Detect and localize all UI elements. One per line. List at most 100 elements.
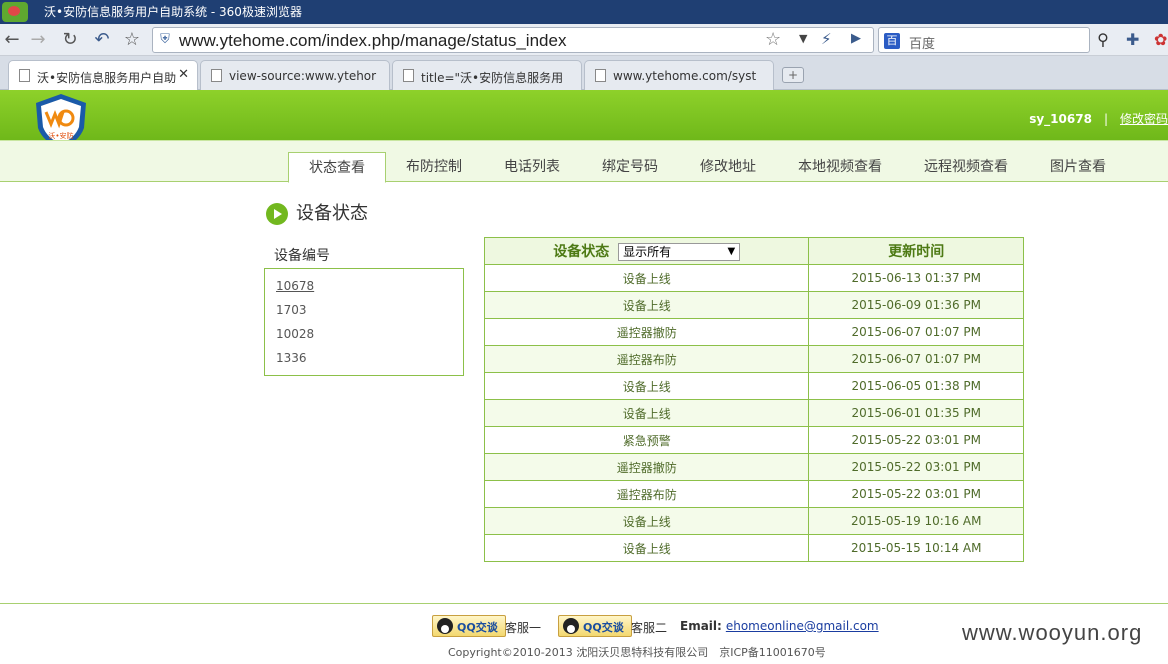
qq-button-label: QQ交谈 — [457, 621, 498, 634]
search-icon[interactable]: ⚲ — [1090, 27, 1116, 53]
site-header: 沃•安防 sy_10678 | 修改密码 — [0, 90, 1168, 149]
status-cell: 遥控器布防 — [483, 345, 810, 373]
browser-tab[interactable]: view-source:www.ytehor — [200, 60, 390, 90]
favorites-star-icon[interactable]: ☆ — [120, 28, 144, 52]
tab-edit-address[interactable]: 修改地址 — [684, 152, 772, 183]
time-cell: 2015-05-15 10:14 AM — [808, 534, 1024, 562]
new-tab-button[interactable]: + — [782, 67, 804, 83]
status-cell: 设备上线 — [483, 507, 810, 535]
separator: | — [1103, 112, 1108, 126]
speed-mode-icon[interactable]: ⚡ — [821, 30, 832, 48]
search-engine-icon[interactable]: 百 — [884, 33, 900, 49]
device-item[interactable]: 1336 — [276, 351, 307, 365]
status-cell: 遥控器布防 — [483, 480, 810, 508]
tab-label: view-source:www.ytehor — [229, 69, 377, 83]
browser-toolbar: ← → ↻ ↶ ☆ ⛨ www.ytehome.com/index.php/ma… — [0, 24, 1168, 56]
main-nav: 状态查看 布防控制 电话列表 绑定号码 修改地址 本地视频查看 远程视频查看 图… — [0, 140, 1168, 183]
status-cell: 遥控器撤防 — [483, 318, 810, 346]
time-cell: 2015-06-01 01:35 PM — [808, 399, 1024, 427]
tab-phone-list[interactable]: 电话列表 — [488, 152, 576, 183]
user-menu-icon[interactable]: ✿ — [1154, 30, 1167, 49]
security-shield-icon: ⛨ — [160, 32, 170, 47]
table-row: 设备上线 2015-06-09 01:36 PM — [483, 291, 1024, 319]
page-icon — [595, 69, 606, 82]
device-item[interactable]: 10678 — [276, 279, 314, 293]
window-titlebar: 沃•安防信息服务用户自助系统 - 360极速浏览器 — [0, 0, 1168, 24]
table-row: 遥控器撤防 2015-05-22 03:01 PM — [483, 453, 1024, 481]
browser-app-icon — [2, 2, 28, 22]
device-item[interactable]: 1703 — [276, 303, 307, 317]
status-cell: 紧急预警 — [483, 426, 810, 454]
search-box[interactable]: 百 百度 — [878, 27, 1090, 53]
tab-label: 沃•安防信息服务用户自助 — [37, 71, 177, 85]
page-icon — [211, 69, 222, 82]
logo-text: 沃•安防 — [48, 131, 73, 140]
change-password-link[interactable]: 修改密码 — [1120, 112, 1168, 126]
table-row: 设备上线 2015-06-13 01:37 PM — [483, 264, 1024, 292]
status-filter-select[interactable]: 显示所有 ▼ — [618, 243, 741, 261]
footer-email: Email: ehomeonline@gmail.com — [680, 619, 879, 633]
watermark: www.wooyun.org — [962, 620, 1143, 645]
time-column-header: 更新时间 — [808, 237, 1024, 265]
search-placeholder[interactable]: 百度 — [909, 33, 935, 52]
reload-icon[interactable]: ↻ — [58, 28, 82, 52]
status-cell: 遥控器撤防 — [483, 453, 810, 481]
time-cell: 2015-06-07 01:07 PM — [808, 318, 1024, 346]
status-header-label: 设备状态 — [553, 244, 610, 260]
device-item[interactable]: 10028 — [276, 327, 314, 341]
table-row: 设备上线 2015-06-05 01:38 PM — [483, 372, 1024, 400]
qq-button-label: QQ交谈 — [583, 621, 624, 634]
status-table: 设备状态 显示所有 ▼ 更新时间 设备上线 2015-06-13 01:37 PM … — [483, 237, 1024, 562]
play-circle-icon — [266, 203, 288, 225]
browser-tab-active[interactable]: 沃•安防信息服务用户自助 ✕ — [8, 60, 198, 91]
back-icon[interactable]: ← — [0, 28, 24, 52]
qq-chat-button-2[interactable]: QQ交谈 — [558, 615, 632, 637]
qq-penguin-icon — [437, 618, 453, 634]
table-row: 遥控器撤防 2015-06-07 01:07 PM — [483, 318, 1024, 346]
address-dropdown-icon[interactable]: ▼ — [799, 32, 807, 45]
bookmark-star-icon[interactable]: ☆ — [765, 30, 781, 50]
time-cell: 2015-06-13 01:37 PM — [808, 264, 1024, 292]
time-cell: 2015-05-19 10:16 AM — [808, 507, 1024, 535]
time-cell: 2015-06-07 01:07 PM — [808, 345, 1024, 373]
status-column-header: 设备状态 显示所有 ▼ — [483, 237, 810, 265]
address-url[interactable]: www.ytehome.com/index.php/manage/status_… — [179, 31, 566, 51]
status-cell: 设备上线 — [483, 534, 810, 562]
time-cell: 2015-05-22 03:01 PM — [808, 426, 1024, 454]
tab-bind-number[interactable]: 绑定号码 — [586, 152, 674, 183]
tab-strip: 沃•安防信息服务用户自助 ✕ view-source:www.ytehor ti… — [0, 56, 1168, 91]
qq-penguin-icon — [563, 618, 579, 634]
chevron-down-icon: ▼ — [727, 246, 736, 257]
time-cell: 2015-06-09 01:36 PM — [808, 291, 1024, 319]
qq-chat-button-1[interactable]: QQ交谈 — [432, 615, 506, 637]
go-icon[interactable]: ▶ — [851, 31, 861, 46]
filter-value: 显示所有 — [623, 245, 672, 259]
browser-tab[interactable]: title="沃•安防信息服务用 — [392, 60, 582, 90]
status-cell: 设备上线 — [483, 291, 810, 319]
undo-close-icon[interactable]: ↶ — [90, 28, 114, 52]
table-row: 设备上线 2015-05-19 10:16 AM — [483, 507, 1024, 535]
page-title: 设备状态 — [296, 203, 368, 224]
close-icon[interactable]: ✕ — [178, 67, 189, 82]
tab-picture-view[interactable]: 图片查看 — [1038, 152, 1118, 183]
service-label-1: 客服一 — [505, 621, 542, 635]
copyright-text: Copyright©2010-2013 沈阳沃贝思特科技有限公司 京ICP备11… — [448, 646, 826, 659]
table-row: 遥控器布防 2015-05-22 03:01 PM — [483, 480, 1024, 508]
browser-tab[interactable]: www.ytehome.com/syst — [584, 60, 774, 90]
tab-remote-video[interactable]: 远程视频查看 — [916, 152, 1016, 183]
extensions-icon[interactable]: ✚ — [1126, 30, 1139, 49]
table-row: 设备上线 2015-05-15 10:14 AM — [483, 534, 1024, 562]
tab-arm-control[interactable]: 布防控制 — [390, 152, 478, 183]
device-list-label: 设备编号 — [274, 248, 330, 264]
forward-icon[interactable]: → — [26, 28, 50, 52]
service-label-2: 客服二 — [631, 621, 668, 635]
time-cell: 2015-06-05 01:38 PM — [808, 372, 1024, 400]
page-icon — [19, 69, 30, 82]
address-bar[interactable]: ⛨ www.ytehome.com/index.php/manage/statu… — [152, 27, 874, 53]
email-label: Email: — [680, 619, 722, 633]
tab-status-view[interactable]: 状态查看 — [288, 152, 386, 183]
email-link[interactable]: ehomeonline@gmail.com — [726, 619, 879, 633]
tab-label: title="沃•安防信息服务用 — [421, 71, 564, 85]
tab-local-video[interactable]: 本地视频查看 — [790, 152, 890, 183]
username: sy_10678 — [1029, 112, 1092, 126]
